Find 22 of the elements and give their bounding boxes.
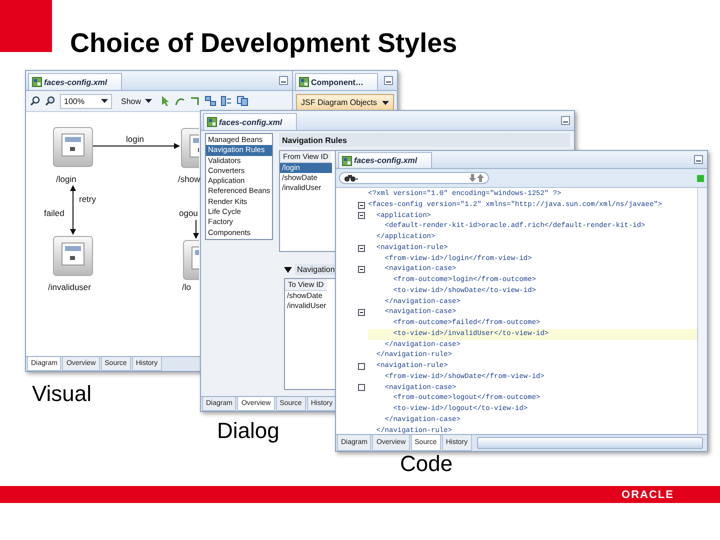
palette-dropdown[interactable]: JSF Diagram Objects bbox=[296, 94, 394, 111]
panel-tab[interactable]: Component… bbox=[295, 73, 378, 90]
node-label: /invaliduser bbox=[48, 282, 91, 292]
section-header: Navigation bbox=[295, 264, 337, 275]
document-tab[interactable]: faces-config.xml bbox=[28, 73, 122, 90]
caption: Visual bbox=[32, 381, 92, 407]
section-header: Navigation Rules bbox=[279, 133, 570, 147]
logo: ORACLE bbox=[622, 488, 674, 500]
caption: Code bbox=[400, 451, 453, 477]
slide-title: Choice of Development Styles bbox=[70, 28, 458, 59]
edge-label: ogou bbox=[179, 208, 198, 218]
node-label: /login bbox=[56, 174, 76, 184]
edge-label: failed bbox=[44, 208, 64, 218]
edge-label: login bbox=[126, 134, 144, 144]
caption: Dialog bbox=[217, 418, 280, 444]
show-menu[interactable]: Show bbox=[117, 94, 156, 108]
edge-label: retry bbox=[79, 194, 96, 204]
document-tab[interactable]: faces-config.xml bbox=[338, 152, 432, 168]
node-label: /show bbox=[178, 174, 200, 184]
zoom-dropdown[interactable]: 100% bbox=[60, 94, 112, 108]
document-tab[interactable]: faces-config.xml bbox=[203, 113, 298, 130]
node-label: /lo bbox=[182, 282, 191, 292]
